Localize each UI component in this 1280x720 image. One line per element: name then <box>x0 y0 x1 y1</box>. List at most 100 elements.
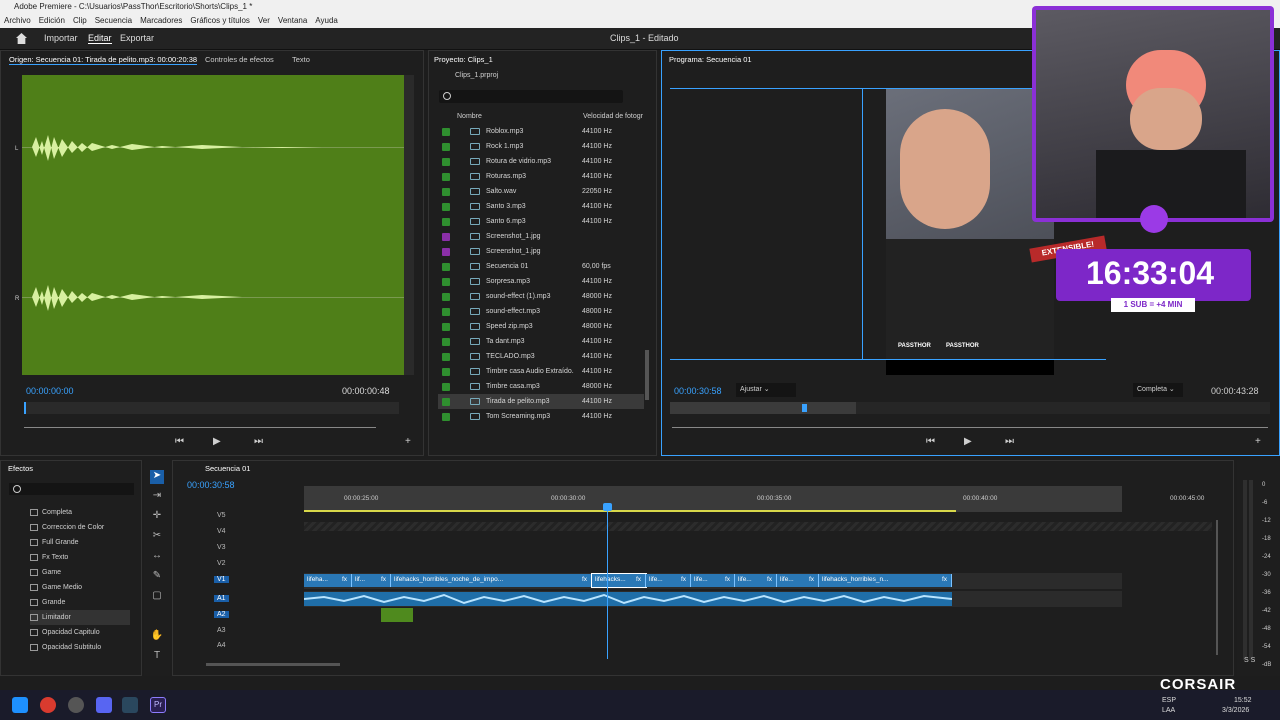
timeline-vscroll[interactable] <box>1216 520 1218 655</box>
label-color-swatch[interactable] <box>442 293 450 301</box>
label-color-swatch[interactable] <box>442 278 450 286</box>
project-item[interactable]: sound-effect.mp3 48000 Hz <box>438 304 644 319</box>
label-color-swatch[interactable] <box>442 158 450 166</box>
source-add-button[interactable]: + <box>405 436 411 447</box>
effects-search-input[interactable] <box>9 483 134 495</box>
clock-time[interactable]: 15:52 <box>1234 697 1252 704</box>
rectangle-tool-icon[interactable]: ▢ <box>150 590 164 604</box>
github-icon[interactable] <box>68 697 84 713</box>
v1-video-clip[interactable]: lif... fx <box>352 574 391 587</box>
menu-item-5[interactable]: Gráficos y títulos <box>190 16 250 25</box>
project-item[interactable]: Timbre casa Audio Extraído. 44100 Hz <box>438 364 644 379</box>
effect-preset-item[interactable]: Correccion de Color <box>30 520 130 535</box>
razor-tool-icon[interactable]: ✂ <box>150 530 164 544</box>
track-name[interactable]: V4 <box>217 528 226 535</box>
fx-badge[interactable]: fx <box>582 574 587 586</box>
fx-badge[interactable]: fx <box>809 574 814 586</box>
v1-video-clip[interactable]: lifehacks_horribles_n... fx <box>819 574 952 587</box>
track-name[interactable]: A2 <box>214 611 229 618</box>
source-timecode-in[interactable]: 00:00:00:00 <box>26 386 74 396</box>
a1-audio-clip[interactable] <box>304 592 952 606</box>
timeline-timecode[interactable]: 00:00:30:58 <box>187 480 235 490</box>
menu-item-6[interactable]: Ver <box>258 16 270 25</box>
program-video-frame[interactable]: PASSTHOR PASSTHOR <box>886 89 1054 375</box>
label-color-swatch[interactable] <box>442 383 450 391</box>
label-color-swatch[interactable] <box>442 143 450 151</box>
video-track-header[interactable]: V4 <box>180 528 300 544</box>
home-icon[interactable] <box>16 33 27 44</box>
project-item[interactable]: Ta dant.mp3 44100 Hz <box>438 334 644 349</box>
video-track-header[interactable]: V5 <box>180 512 300 528</box>
effect-preset-item[interactable]: Limitador <box>30 610 130 625</box>
timeline-title[interactable]: Secuencia 01 <box>205 464 250 473</box>
menu-item-0[interactable]: Archivo <box>4 16 31 25</box>
fx-badge[interactable]: fx <box>942 574 947 586</box>
track-v5-lane[interactable] <box>304 522 1212 531</box>
label-color-swatch[interactable] <box>442 188 450 196</box>
chrome-icon[interactable] <box>40 697 56 713</box>
fx-badge[interactable]: fx <box>636 574 641 586</box>
work-area-bar[interactable] <box>304 510 956 512</box>
fit-select[interactable]: Ajustar ⌄ <box>736 383 796 397</box>
timeline-ruler[interactable] <box>304 486 1122 512</box>
premiere-icon[interactable]: Pr <box>150 697 166 713</box>
effect-preset-item[interactable]: Opacidad Capitulo <box>30 625 130 640</box>
program-time-ruler[interactable] <box>670 402 1270 414</box>
label-color-swatch[interactable] <box>442 203 450 211</box>
project-item[interactable]: Tirada de pelito.mp3 44100 Hz <box>438 394 644 409</box>
timeline-playhead-handle[interactable] <box>603 503 612 511</box>
project-search-input[interactable] <box>439 90 623 103</box>
video-track-header[interactable]: V3 <box>180 544 300 560</box>
label-color-swatch[interactable] <box>442 353 450 361</box>
menu-item-7[interactable]: Ventana <box>278 16 307 25</box>
program-zoom-bar[interactable] <box>672 427 1268 428</box>
clock-date[interactable]: 3/3/2026 <box>1222 707 1249 714</box>
menu-item-2[interactable]: Clip <box>73 16 87 25</box>
v1-video-clip[interactable]: life... fx <box>777 574 819 587</box>
label-color-swatch[interactable] <box>442 263 450 271</box>
project-item[interactable]: Rock 1.mp3 44100 Hz <box>438 139 644 154</box>
track-select-tool-icon[interactable]: ⇥ <box>150 490 164 504</box>
steam-icon[interactable] <box>122 697 138 713</box>
effect-preset-item[interactable]: Game Medio <box>30 580 130 595</box>
selection-tool-icon[interactable]: ➤ <box>150 470 164 484</box>
effect-preset-item[interactable]: Game <box>30 565 130 580</box>
track-name[interactable]: V2 <box>217 560 226 567</box>
source-scrollbar[interactable] <box>404 75 414 375</box>
project-scrollbar[interactable] <box>645 350 649 400</box>
timeline-playhead[interactable] <box>607 503 608 659</box>
slip-tool-icon[interactable]: ↔ <box>150 550 164 564</box>
project-col-rate[interactable]: Velocidad de fotogr <box>583 113 643 120</box>
project-item[interactable]: Santo 6.mp3 44100 Hz <box>438 214 644 229</box>
track-name[interactable]: V5 <box>217 512 226 519</box>
label-color-swatch[interactable] <box>442 413 450 421</box>
source-playhead[interactable] <box>24 402 26 414</box>
v1-video-clip[interactable]: lifehacks... fx <box>591 573 647 588</box>
track-name[interactable]: V1 <box>214 576 229 583</box>
windows-start-icon[interactable] <box>12 697 28 713</box>
tab-importar[interactable]: Importar <box>44 33 78 43</box>
effect-controls-tab[interactable]: Controles de efectos <box>205 55 274 64</box>
project-item[interactable]: Screenshot_1.jpg <box>438 244 644 259</box>
type-tool-icon[interactable]: T <box>150 650 164 664</box>
source-step-back-button[interactable]: ⏮ <box>175 436 184 447</box>
source-zoom-bar[interactable] <box>24 427 376 428</box>
track-name[interactable]: A3 <box>217 627 226 634</box>
label-color-swatch[interactable] <box>442 398 450 406</box>
project-item[interactable]: Santo 3.mp3 44100 Hz <box>438 199 644 214</box>
v1-video-clip[interactable]: life... fx <box>735 574 777 587</box>
project-item[interactable]: Timbre casa.mp3 48000 Hz <box>438 379 644 394</box>
track-name[interactable]: A4 <box>217 642 226 649</box>
project-item[interactable]: Screenshot_1.jpg <box>438 229 644 244</box>
label-color-swatch[interactable] <box>442 338 450 346</box>
label-color-swatch[interactable] <box>442 368 450 376</box>
v1-video-clip[interactable]: life... fx <box>646 574 691 587</box>
video-track-header[interactable]: V1 <box>180 576 300 592</box>
fx-badge[interactable]: fx <box>725 574 730 586</box>
project-item[interactable]: Rotura de vidrio.mp3 44100 Hz <box>438 154 644 169</box>
menu-item-3[interactable]: Secuencia <box>95 16 132 25</box>
label-color-swatch[interactable] <box>442 173 450 181</box>
label-color-swatch[interactable] <box>442 218 450 226</box>
v1-video-clip[interactable]: life... fx <box>691 574 735 587</box>
fx-badge[interactable]: fx <box>342 574 347 586</box>
